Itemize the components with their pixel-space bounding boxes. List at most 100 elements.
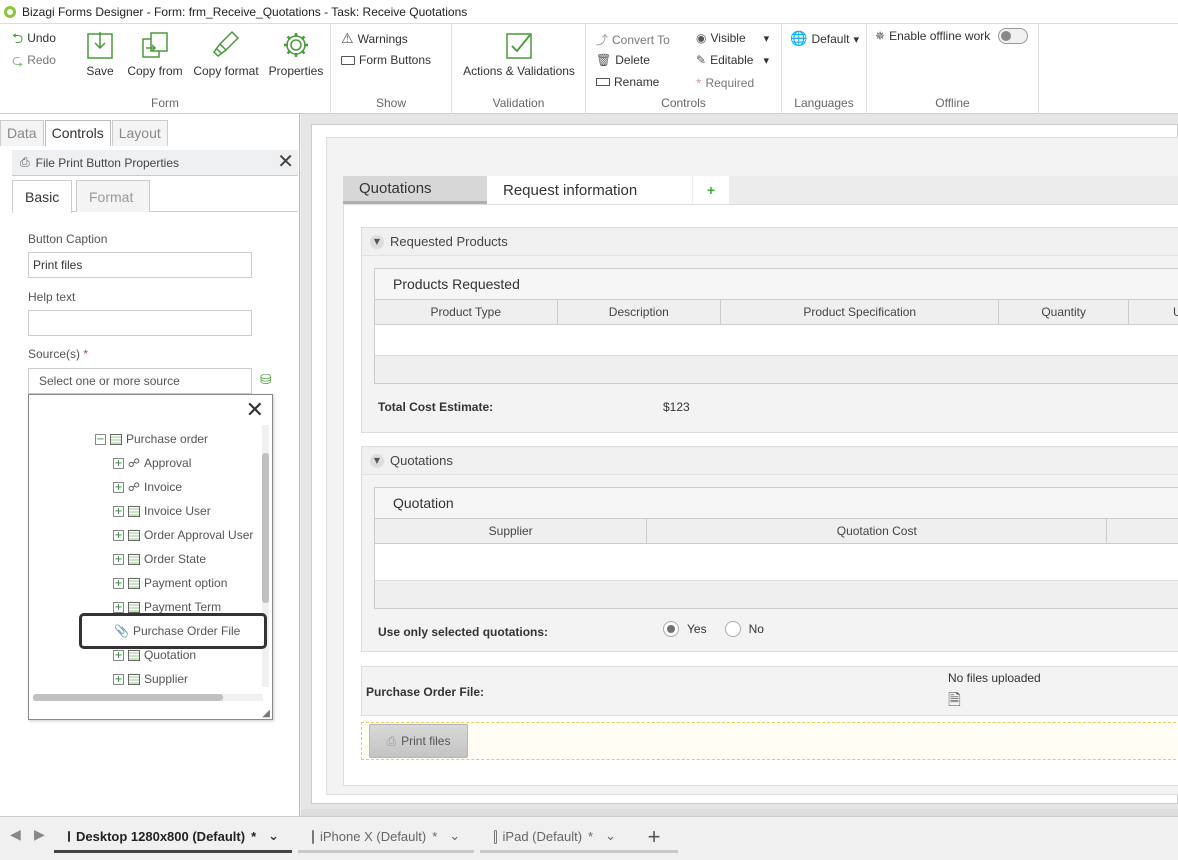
- tree-node-supplier[interactable]: + Supplier: [113, 669, 188, 689]
- tree-node-purchase-order[interactable]: − Purchase order: [95, 429, 208, 449]
- form-buttons-button[interactable]: Form Buttons: [341, 53, 431, 67]
- offline-toggle[interactable]: ✵ Enable offline work: [875, 28, 1029, 44]
- tree-node-order-approval-user[interactable]: + Order Approval User: [113, 525, 253, 545]
- table-icon: [127, 672, 141, 686]
- chevron-down-icon[interactable]: ▼: [370, 234, 384, 249]
- column-header[interactable]: Quotation Cost: [647, 519, 1108, 543]
- print-files-button[interactable]: ⎙ Print files: [369, 724, 468, 758]
- save-icon: [86, 30, 114, 60]
- device-tab-desktop[interactable]: Desktop 1280x800 (Default) * ⌄: [54, 823, 292, 853]
- copy-from-button[interactable]: Copy from: [126, 28, 184, 78]
- column-header[interactable]: Product Type: [375, 300, 558, 324]
- column-header[interactable]: Supplier: [375, 519, 648, 543]
- device-tab-ipad[interactable]: iPad (Default) * ⌄: [480, 823, 630, 853]
- expand-icon[interactable]: +: [113, 457, 124, 469]
- redo-button[interactable]: ⮎ Redo: [12, 53, 56, 67]
- grid-header: Supplier Quotation Cost: [375, 518, 1178, 544]
- properties-button[interactable]: Properties: [268, 28, 324, 78]
- expand-icon[interactable]: +: [113, 481, 124, 493]
- tab-data[interactable]: Data: [0, 120, 44, 146]
- group-header[interactable]: ▼ Quotations: [362, 447, 1178, 475]
- sources-select[interactable]: Select one or more source: [28, 368, 252, 394]
- ribbon-group-offline: ✵ Enable offline work Offline: [867, 24, 1039, 114]
- actions-validations-button[interactable]: Actions & Validations: [462, 28, 576, 78]
- expand-icon[interactable]: +: [113, 505, 124, 517]
- warnings-button[interactable]: ⚠ Warnings: [341, 31, 408, 47]
- column-header[interactable]: Quantity: [999, 300, 1130, 324]
- copy-format-button[interactable]: Copy format: [192, 28, 260, 78]
- tab-controls[interactable]: Controls: [44, 120, 111, 146]
- radio-yes[interactable]: [663, 621, 679, 637]
- tree-node-payment-option[interactable]: + Payment option: [113, 573, 227, 593]
- expand-icon[interactable]: +: [113, 649, 124, 661]
- form-tabbar: Quotations Request information +: [343, 176, 1178, 204]
- printer-icon: ⎙: [386, 733, 397, 748]
- database-icon[interactable]: ⛁: [260, 372, 272, 388]
- ribbon-group-label-show: Show: [375, 96, 407, 110]
- device-tab-iphone[interactable]: iPhone X (Default) * ⌄: [298, 823, 474, 853]
- chevron-down-icon[interactable]: ⌄: [268, 829, 279, 844]
- tree-node-invoice[interactable]: + ☍ Invoice: [113, 477, 182, 497]
- chevron-down-icon[interactable]: ⌄: [449, 829, 460, 844]
- expand-icon[interactable]: +: [113, 577, 124, 589]
- tree-node-order-state[interactable]: + Order State: [113, 549, 206, 569]
- chevron-down-icon[interactable]: ▼: [370, 453, 384, 468]
- checkmark-icon: [505, 30, 533, 60]
- chevron-left-icon[interactable]: ◀: [10, 827, 21, 843]
- editable-dropdown[interactable]: ✎ Editable ▾: [696, 53, 769, 67]
- radio-no[interactable]: [724, 621, 741, 637]
- subtab-format[interactable]: Format: [76, 180, 150, 212]
- delete-button[interactable]: 🗑 Delete: [596, 53, 650, 67]
- tree-node-purchase-order-file[interactable]: 📎 Purchase Order File: [79, 613, 267, 649]
- expand-icon[interactable]: +: [113, 529, 124, 541]
- rename-button[interactable]: Rename: [596, 75, 659, 89]
- expand-icon[interactable]: +: [113, 601, 124, 613]
- column-header[interactable]: [1107, 519, 1178, 543]
- chevron-down-icon[interactable]: ⌄: [605, 829, 616, 844]
- language-dropdown[interactable]: 🌐 Default ▾: [790, 31, 859, 47]
- subtab-basic[interactable]: Basic: [12, 180, 72, 213]
- total-cost-value: $123: [663, 400, 690, 414]
- ribbon-group-validation: Actions & Validations Validation: [452, 24, 586, 114]
- panel-tabs: Data Controls Layout: [0, 120, 169, 146]
- table-icon: [127, 528, 141, 542]
- tree-node-invoice-user[interactable]: + Invoice User: [113, 501, 211, 521]
- save-button[interactable]: Save: [86, 28, 114, 78]
- add-tab-icon[interactable]: +: [693, 176, 729, 204]
- close-icon[interactable]: ✕: [246, 399, 264, 421]
- collapse-icon[interactable]: −: [95, 433, 106, 445]
- convert-to-button[interactable]: ⤴ Convert To: [596, 31, 670, 48]
- toggle-switch[interactable]: [998, 28, 1029, 44]
- grid-quotation: Quotation Supplier Quotation Cost: [374, 487, 1178, 609]
- expand-icon[interactable]: +: [113, 673, 124, 685]
- trash-icon: 🗑: [596, 53, 612, 67]
- tree-horizontal-scrollbar[interactable]: [33, 694, 263, 701]
- expand-icon[interactable]: +: [113, 553, 124, 565]
- resize-handle-icon[interactable]: ◢: [262, 708, 270, 719]
- help-text-input[interactable]: [28, 310, 252, 336]
- upload-icon[interactable]: 🗎: [948, 689, 961, 716]
- table-icon: [127, 576, 141, 590]
- canvas-horizontal-scrollbar[interactable]: [301, 809, 1178, 816]
- properties-subtabs: Basic Format: [12, 180, 298, 213]
- upload-status: No files uploaded: [948, 671, 1041, 685]
- tree-node-approval[interactable]: + ☍ Approval: [113, 453, 191, 473]
- group-requested-products: ▼ Requested Products Products Requested …: [361, 227, 1178, 433]
- column-header[interactable]: Description: [558, 300, 722, 324]
- design-canvas: Quotations Request information + ▼ Reque…: [301, 114, 1178, 816]
- group-header[interactable]: ▼ Requested Products: [362, 228, 1178, 256]
- chevron-down-icon: ▾: [763, 53, 769, 67]
- add-device-icon[interactable]: +: [630, 823, 678, 853]
- tab-layout[interactable]: Layout: [111, 120, 168, 146]
- undo-button[interactable]: ⮌ Undo: [12, 31, 56, 45]
- column-header[interactable]: Product Specification: [721, 300, 1000, 324]
- visible-dropdown[interactable]: ◉ Visible ▾: [696, 31, 769, 45]
- tab-request-information[interactable]: Request information: [487, 176, 692, 204]
- tab-quotations[interactable]: Quotations: [343, 176, 487, 204]
- properties-header: ⎙ File Print Button Properties ✕: [12, 150, 298, 176]
- caption-input[interactable]: [28, 252, 252, 278]
- close-icon[interactable]: ✕: [277, 152, 294, 172]
- required-button[interactable]: * Required: [696, 75, 754, 91]
- column-header[interactable]: U: [1129, 300, 1178, 324]
- chevron-right-icon[interactable]: ▶: [34, 827, 45, 843]
